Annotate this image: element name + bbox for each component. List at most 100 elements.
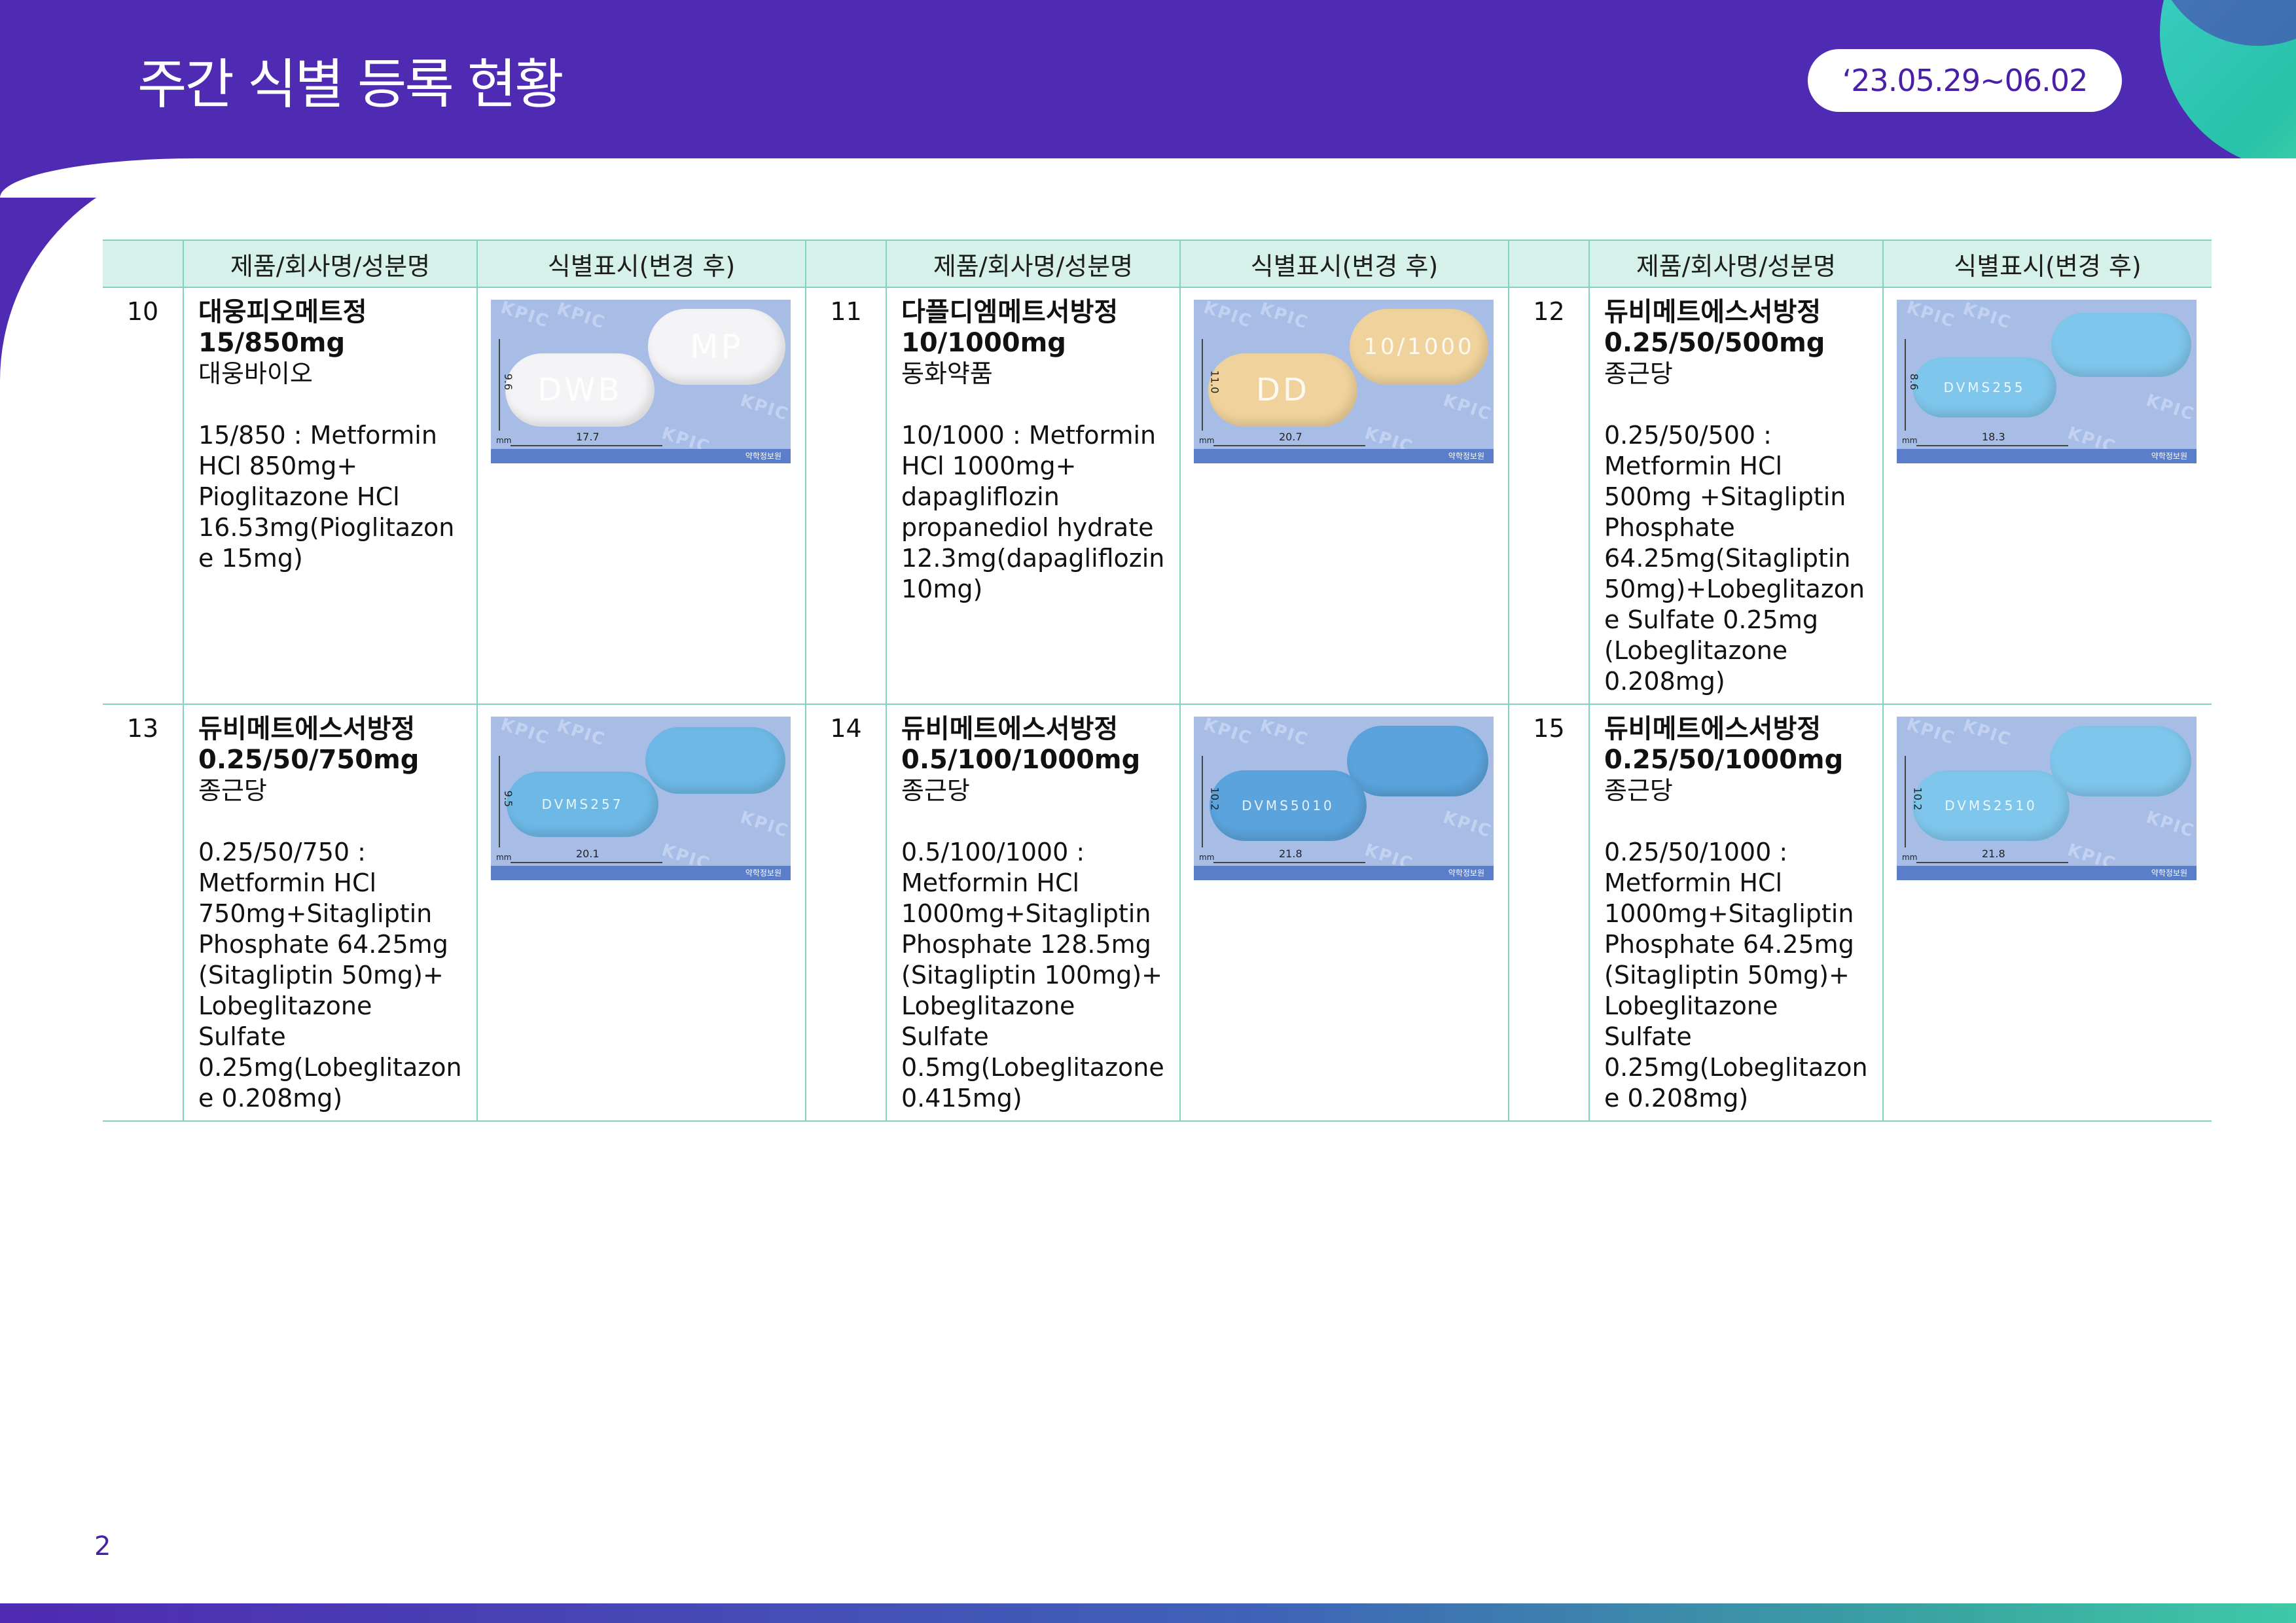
item-number: 11: [805, 287, 887, 705]
ingredient-list: 10/1000 : Metformin HCl 1000mg+ dapaglif…: [901, 421, 1165, 603]
length-label: 21.8: [1982, 847, 2005, 860]
product-name: 듀비메트에스서방정: [198, 714, 416, 744]
watermark-text: KPIC: [1904, 717, 1958, 749]
table-header-row: 제품/회사명/성분명 식별표시(변경 후) 제품/회사명/성분명 식별표시(변경…: [103, 240, 2212, 288]
pill-photo: KPIC KPIC KPIC KPIC MP DWB 9.6 mm 17.7 약학정보원: [491, 300, 791, 463]
height-label: 8.6: [1908, 373, 1921, 391]
identification-image-cell: KPIC KPIC KPIC KPIC DVMS255 8.6 mm 18.3 약학정보원: [1882, 287, 2212, 705]
height-ruler: [1905, 756, 1906, 847]
header-no: [1508, 240, 1590, 288]
watermark-text: KPIC: [554, 717, 608, 751]
pill-front-side: DVMS5010: [1210, 770, 1367, 841]
date-range-badge: ‘23.05.29~06.02: [1808, 49, 2122, 112]
length-label: 18.3: [1982, 431, 2005, 443]
watermark-text: KPIC: [498, 717, 552, 749]
watermark-text: KPIC: [498, 300, 552, 332]
height-label: 10.2: [1911, 787, 1924, 811]
product-info-cell: 대웅피오메트정 15/850mg 대웅바이오 15/850 : Metformin H…: [183, 287, 478, 705]
watermark-text: KPIC: [2144, 807, 2197, 842]
header-product: 제품/회사명/성분명: [183, 240, 478, 288]
header-no: [103, 240, 184, 288]
header-product: 제품/회사명/성분명: [886, 240, 1181, 288]
pill-back-side: 10/1000: [1350, 309, 1488, 385]
company-name: 동화약품: [901, 359, 993, 388]
header-product: 제품/회사명/성분명: [1588, 240, 1884, 288]
product-info-cell: 듀비메트에스서방정 0.25/50/500mg 종근당 0.25/50/500 : M…: [1588, 287, 1884, 705]
ingredient-list: 0.25/50/750 : Metformin HCl 750mg+Sitagl…: [198, 838, 462, 1113]
source-brand: 약학정보원: [1448, 452, 1484, 461]
product-info-cell: 다플디엠메트서방정 10/1000mg 동화약품 10/1000 : Metformi…: [886, 287, 1181, 705]
height-ruler: [1905, 339, 1906, 431]
identification-image-cell: KPIC KPIC KPIC KPIC 10/1000 DD 11.0 mm 20.7 약학정보원: [1179, 287, 1509, 705]
watermark-text: KPIC: [1441, 390, 1494, 425]
unit-label: mm: [496, 436, 512, 445]
watermark-text: KPIC: [1257, 300, 1311, 334]
height-ruler: [499, 339, 500, 431]
identification-image-cell: KPIC KPIC KPIC KPIC MP DWB 9.6 mm 17.7 약학정보원: [476, 287, 806, 705]
unit-label: mm: [1199, 436, 1215, 445]
header-marking: 식별표시(변경 후): [1882, 240, 2212, 288]
watermark-text: KPIC: [554, 300, 608, 334]
length-ruler: [1916, 445, 2068, 446]
watermark-text: KPIC: [738, 807, 791, 842]
watermark-text: KPIC: [2144, 390, 2197, 425]
height-ruler: [1202, 756, 1203, 847]
company-name: 대웅바이오: [198, 359, 313, 388]
height-label: 10.2: [1208, 787, 1221, 811]
watermark-text: KPIC: [1257, 717, 1311, 751]
pill-front-side: DVMS257: [507, 772, 658, 837]
product-name: 듀비메트에스서방정: [1604, 714, 1821, 744]
watermark-text: KPIC: [1960, 717, 2014, 751]
content-sheet-curve: [0, 158, 2238, 198]
product-info-cell: 듀비메트에스서방정 0.25/50/1000mg 종근당 0.25/50/1000 :…: [1588, 704, 1884, 1122]
height-label: 9.5: [502, 790, 515, 808]
pill-back-side: [645, 727, 785, 794]
unit-label: mm: [1199, 853, 1215, 862]
pill-back-side: MP: [648, 309, 785, 385]
product-info-cell: 듀비메트에스서방정 0.25/50/750mg 종근당 0.25/50/750 : M…: [183, 704, 478, 1122]
watermark-text: KPIC: [1904, 300, 1958, 332]
length-ruler: [511, 862, 662, 863]
product-name: 듀비메트에스서방정: [901, 714, 1119, 744]
page-number: 2: [94, 1531, 111, 1561]
table-row: 10 대웅피오메트정 15/850mg 대웅바이오 15/850 : Metformin…: [103, 287, 2212, 705]
company-name: 종근당: [901, 776, 970, 805]
pill-back-side: [2050, 726, 2191, 796]
product-strength: 0.25/50/750mg: [198, 745, 420, 775]
product-name: 대웅피오메트정: [198, 297, 367, 327]
watermark-text: KPIC: [1201, 300, 1255, 332]
unit-label: mm: [1902, 436, 1918, 445]
company-name: 종근당: [198, 776, 267, 805]
height-ruler: [499, 756, 500, 847]
pill-photo: KPIC KPIC KPIC KPIC DVMS5010 10.2 mm 21.8 약학정보원: [1194, 717, 1494, 880]
identification-image-cell: KPIC KPIC KPIC KPIC DVMS257 9.5 mm 20.1 약학정보원: [476, 704, 806, 1122]
unit-label: mm: [1902, 853, 1918, 862]
ingredient-list: 0.5/100/1000 : Metformin HCl 1000mg+Sita…: [901, 838, 1164, 1113]
header-marking: 식별표시(변경 후): [1179, 240, 1509, 288]
unit-label: mm: [496, 853, 512, 862]
source-brand: 약학정보원: [1448, 868, 1484, 878]
height-label: 9.6: [502, 373, 515, 391]
page-title: 주간 식별 등록 현황: [137, 54, 564, 116]
watermark-text: KPIC: [738, 390, 791, 425]
item-number: 15: [1508, 704, 1590, 1122]
identification-image-cell: KPIC KPIC KPIC KPIC DVMS5010 10.2 mm 21.8 약학정보원: [1179, 704, 1509, 1122]
length-ruler: [511, 445, 662, 446]
pill-front-side: DVMS2510: [1912, 770, 2070, 841]
product-strength: 0.25/50/500mg: [1604, 328, 1825, 358]
product-strength: 15/850mg: [198, 328, 346, 358]
source-brand: 약학정보원: [2151, 452, 2187, 461]
identification-image-cell: KPIC KPIC KPIC KPIC DVMS2510 10.2 mm 21.8 약학정보원: [1882, 704, 2212, 1122]
watermark-text: KPIC: [1960, 300, 2014, 334]
ingredient-list: 0.25/50/1000 : Metformin HCl 1000mg+Sita…: [1604, 838, 1868, 1113]
footer-gradient-bar: [0, 1603, 2296, 1623]
pill-back-side: [2051, 313, 2191, 377]
company-name: 종근당: [1604, 359, 1673, 388]
registration-table: 제품/회사명/성분명 식별표시(변경 후) 제품/회사명/성분명 식별표시(변경…: [103, 240, 2212, 1122]
product-strength: 0.25/50/1000mg: [1604, 745, 1844, 775]
item-number: 14: [805, 704, 887, 1122]
header-accent-shape: [2160, 0, 2296, 158]
product-strength: 10/1000mg: [901, 328, 1066, 358]
product-info-cell: 듀비메트에스서방정 0.5/100/1000mg 종근당 0.5/100/1000 :…: [886, 704, 1181, 1122]
length-label: 20.7: [1279, 431, 1302, 443]
